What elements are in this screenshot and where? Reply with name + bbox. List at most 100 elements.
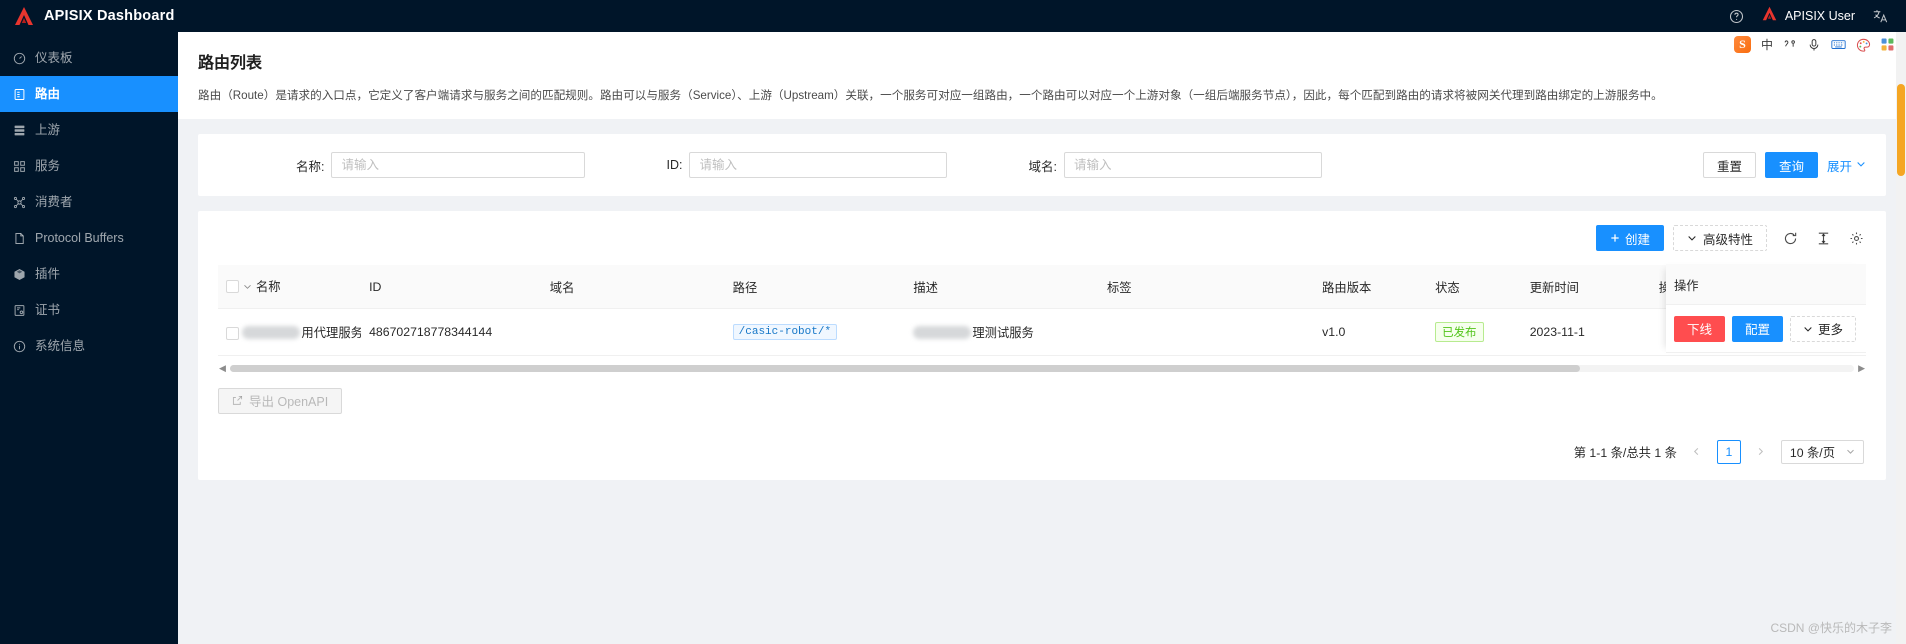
page-size-select[interactable]: 10 条/页 [1780, 439, 1864, 464]
export-openapi-button[interactable]: 导出 OpenAPI [218, 387, 343, 414]
search-id-input[interactable] [689, 152, 948, 179]
grid-icon[interactable] [1881, 38, 1894, 51]
filter-name-label: 名称: [296, 159, 325, 174]
th-host: 域名 [541, 265, 725, 309]
filter-host: 域名: [1028, 152, 1322, 179]
chevron-down-icon [1846, 447, 1855, 456]
sidebar-item-upstream[interactable]: 上游 [0, 112, 178, 148]
chevron-down-icon[interactable] [243, 282, 252, 291]
redacted-block [242, 325, 301, 339]
sidebar-item-certificate[interactable]: 证书 [0, 292, 178, 328]
sidebar-item-service[interactable]: 服务 [0, 148, 178, 184]
sidebar-label-certificate: 证书 [35, 302, 61, 317]
sidebar-item-dashboard[interactable]: 仪表板 [0, 40, 178, 76]
cell-name: 用代理服务 [218, 308, 362, 356]
cell-labels [1098, 308, 1315, 356]
page-size-label: 10 条/页 [1789, 445, 1835, 460]
sidebar-item-protocol-buffers[interactable]: Protocol Buffers [0, 220, 178, 256]
page-scrollbar-thumb[interactable] [1897, 84, 1905, 176]
sidebar-item-system-info[interactable]: 系统信息 [0, 328, 178, 364]
more-label: 更多 [1818, 323, 1844, 338]
watermark: CSDN @快乐的木子李 [1770, 621, 1892, 635]
th-id: ID [361, 265, 542, 309]
sticky-action-column: 操作 下线 配置 更多 [1666, 264, 1866, 354]
sidebar-logo-title: APISIX Dashboard [44, 8, 175, 24]
table-toolbar: 创建 高级特性 [218, 225, 1866, 252]
scroll-thumb[interactable] [230, 365, 1580, 373]
chevron-down-icon [1803, 324, 1813, 334]
ime-mode-toggle[interactable]: 中 [1761, 36, 1773, 53]
export-label: 导出 OpenAPI [249, 395, 329, 410]
query-button[interactable]: 查询 [1764, 152, 1818, 179]
cell-id: 486702718778344144 [361, 308, 542, 356]
upstream-icon [13, 124, 26, 137]
chevron-left-icon[interactable] [1685, 440, 1709, 464]
sogou-logo-icon[interactable]: S [1733, 36, 1751, 53]
sidebar-menu: 仪表板 路由 上游 服务 消费者 Protocol Buffers 插件 证书 … [0, 40, 178, 364]
th-status: 状态 [1427, 265, 1522, 309]
config-button[interactable]: 配置 [1732, 315, 1784, 342]
redacted-block [913, 325, 972, 339]
chevron-left-icon[interactable]: ◀ [219, 364, 226, 373]
more-button[interactable]: 更多 [1790, 315, 1857, 342]
cell-path: /casic-robot/* [724, 308, 906, 356]
search-row: 名称: ID: 域名: 重置 查询 展开 [218, 152, 1866, 179]
cell-status: 已发布 [1427, 308, 1522, 356]
create-button[interactable]: 创建 [1595, 225, 1664, 252]
chevron-right-icon[interactable] [1749, 440, 1773, 464]
route-icon [13, 88, 26, 101]
dashboard-icon [13, 52, 26, 65]
th-name: 名称 [218, 265, 362, 309]
main-content: 路由列表 路由（Route）是请求的入口点，它定义了客户端请求与服务之间的匹配规… [178, 32, 1906, 644]
column-height-icon[interactable] [1814, 229, 1833, 248]
routes-table: 名称 ID 域名 路径 描述 标签 路由版本 状态 更新时间 操作 [218, 265, 1866, 356]
sidebar-item-route[interactable]: 路由 [0, 76, 178, 112]
expand-filters-toggle[interactable]: 展开 [1827, 156, 1866, 175]
file-icon [13, 232, 26, 245]
sidebar-item-consumer[interactable]: 消费者 [0, 184, 178, 220]
page-title: 路由列表 [198, 55, 263, 72]
chevron-down-icon [1687, 233, 1697, 243]
path-tag: /casic-robot/* [732, 324, 838, 341]
gear-icon[interactable] [1847, 229, 1866, 248]
routes-table-card: 创建 高级特性 名称 ID 域名 路径 描述 标签 路由版本 状态 更新时间 用… [198, 211, 1886, 480]
search-host-input[interactable] [1063, 152, 1322, 179]
sticky-action-header: 操作 [1666, 264, 1866, 306]
question-circle-icon[interactable] [1729, 9, 1744, 24]
row-action-buttons: 下线 配置 更多 [1666, 305, 1866, 354]
search-actions: 重置 查询 展开 [1702, 152, 1866, 179]
sidebar-item-plugin[interactable]: 插件 [0, 256, 178, 292]
sidebar-label-route: 路由 [35, 86, 61, 101]
search-name-input[interactable] [331, 152, 586, 179]
translate-icon[interactable] [1872, 8, 1888, 24]
th-version: 路由版本 [1314, 265, 1428, 309]
sidebar-label-service: 服务 [35, 158, 61, 173]
table-horizontal-scrollbar[interactable]: ◀ ▶ [218, 364, 1866, 374]
reset-button[interactable]: 重置 [1702, 152, 1756, 179]
filter-name: 名称: [296, 152, 586, 179]
select-all-checkbox[interactable] [226, 279, 239, 293]
sidebar-label-system-info: 系统信息 [35, 338, 86, 353]
table-row[interactable]: 用代理服务 486702718778344144 /casic-robot/* … [218, 308, 1866, 356]
punctuation-icon[interactable] [1783, 38, 1797, 51]
advanced-features-button[interactable]: 高级特性 [1672, 225, 1767, 252]
chevron-right-icon[interactable]: ▶ [1858, 364, 1865, 373]
page-number-1[interactable]: 1 [1716, 439, 1741, 464]
filter-id: ID: [666, 152, 948, 179]
reload-icon[interactable] [1781, 229, 1800, 248]
filter-host-label: 域名: [1028, 159, 1057, 174]
microphone-icon[interactable] [1807, 38, 1821, 52]
user-name: APISIX User [1784, 9, 1855, 23]
apisix-avatar-icon [1761, 6, 1778, 26]
user-menu[interactable]: APISIX User [1761, 6, 1855, 26]
sidebar-logo[interactable]: APISIX Dashboard [0, 0, 178, 32]
palette-icon[interactable] [1856, 38, 1871, 52]
row-checkbox[interactable] [226, 327, 239, 341]
page-scrollbar[interactable] [1896, 32, 1906, 644]
sidebar-label-upstream: 上游 [35, 122, 61, 137]
keyboard-icon[interactable] [1831, 38, 1846, 51]
pagination-total: 第 1-1 条/总共 1 条 [1573, 445, 1677, 460]
offline-button[interactable]: 下线 [1674, 315, 1726, 342]
search-filter-card: 名称: ID: 域名: 重置 查询 展开 [198, 134, 1886, 197]
consumer-icon [13, 196, 26, 209]
